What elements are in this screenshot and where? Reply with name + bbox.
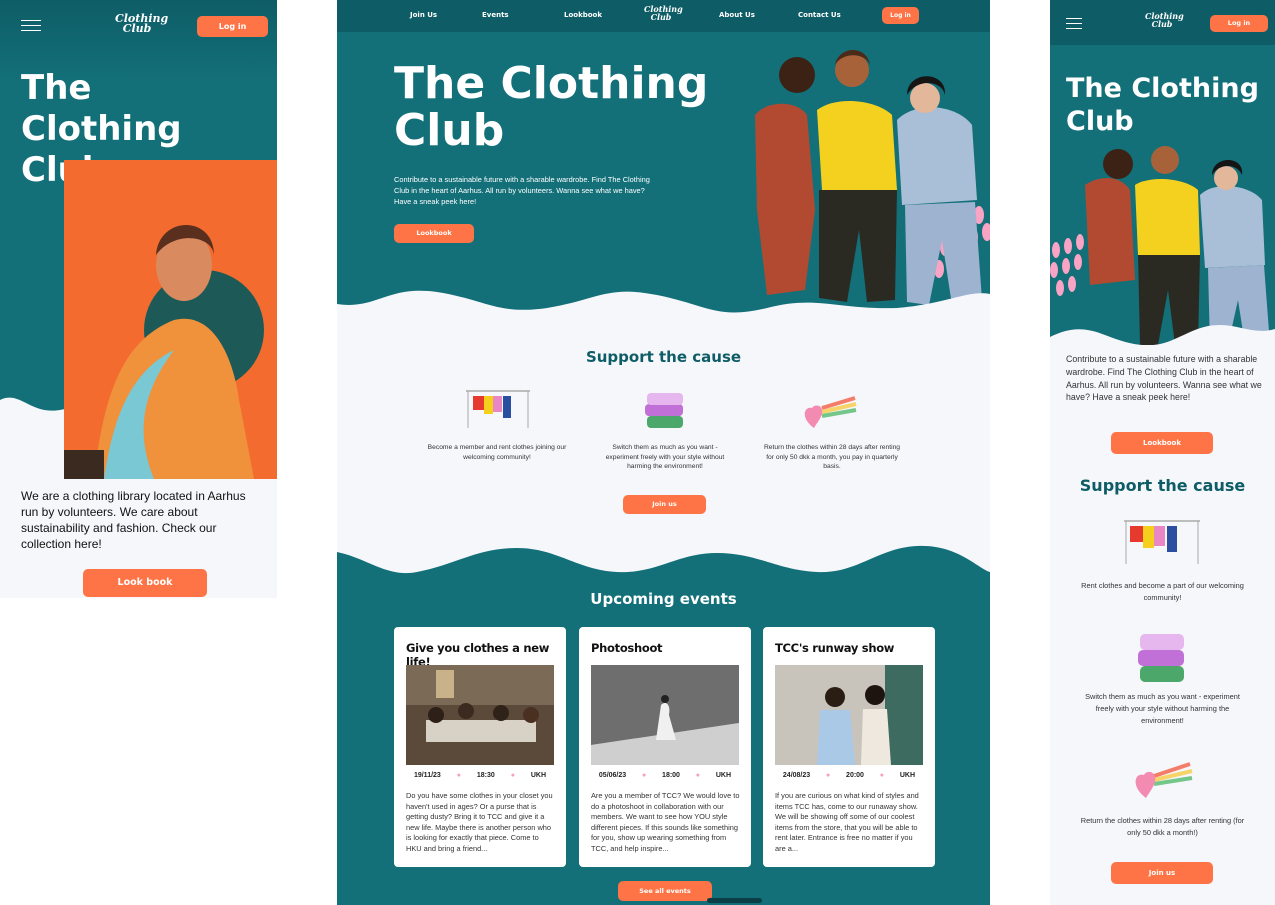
brand-logo[interactable]: Clothing Club [1145, 12, 1184, 29]
join-us-button[interactable]: Join us [623, 495, 706, 514]
event-description: Do you have some clothes in your closet … [406, 791, 553, 853]
login-button[interactable]: Log in [197, 16, 268, 37]
rainbow-heart-icon [1135, 762, 1193, 798]
event-place: UKH [899, 772, 916, 779]
nav-lookbook[interactable]: Lookbook [564, 11, 602, 19]
brand-logo[interactable]: Clothing Club [644, 5, 683, 22]
see-all-events-button[interactable]: See all events [618, 881, 712, 901]
logo-line2: Club [122, 22, 152, 36]
lookbook-button[interactable]: Lookbook [394, 224, 474, 243]
join-us-button[interactable]: Join us [1111, 862, 1213, 884]
rainbow-heart-icon [804, 396, 857, 428]
stacked-clothes-icon [1138, 634, 1184, 682]
event-title: TCC's runway show [775, 641, 895, 655]
hero-intro: Contribute to a sustainable future with … [394, 175, 650, 206]
stacked-clothes-icon [645, 393, 683, 428]
event-time: 18:00 [662, 772, 680, 779]
brand-logo[interactable]: Clothing Club [115, 13, 168, 36]
event-date: 19/11/23 [413, 772, 441, 779]
event-meta: 05/06/23 ● 18:00 ● UKH [598, 772, 732, 779]
event-date: 24/08/23 [782, 772, 811, 779]
nav-about-us[interactable]: About Us [719, 11, 755, 19]
clothes-rack-icon [466, 390, 530, 428]
clothes-rack-icon [1124, 520, 1200, 564]
cause-text-2: Switch them as much as you want - experi… [1085, 692, 1240, 725]
cause-title: Support the cause [585, 348, 742, 366]
wave-shape [1050, 325, 1275, 355]
event-time: 18:30 [476, 772, 495, 779]
event-card[interactable]: TCC's runway show 24/08/23 ● 20:00 ● UKH If … [763, 627, 935, 867]
desktop-frame: Join Us Events Lookbook Clothing Club Ab… [337, 0, 990, 905]
hamburger-menu-icon[interactable] [21, 20, 41, 32]
event-title: Photoshoot [591, 641, 663, 655]
wave-shape [337, 290, 990, 330]
wave-shape [337, 545, 990, 588]
cause-text-3: Return the clothes within 28 days after … [763, 444, 901, 470]
nav-contact-us[interactable]: Contact Us [798, 11, 841, 19]
event-photo [775, 665, 923, 765]
event-description: If you are curious on what kind of style… [775, 791, 919, 853]
login-button[interactable]: Log in [1210, 15, 1268, 32]
event-place: UKH [530, 772, 546, 779]
mobile-left-frame: Clothing Club Log in The Clothing Club W… [0, 0, 277, 598]
hero-title: The Clothing Club [394, 58, 709, 156]
events-title: Upcoming events [590, 590, 737, 608]
hero-intro: Contribute to a sustainable future with … [1066, 354, 1262, 403]
event-meta: 19/11/23 ● 18:30 ● UKH [413, 772, 546, 779]
page-title: The Clothing Club [1066, 73, 1259, 137]
hamburger-menu-icon[interactable] [1066, 18, 1082, 30]
event-date: 05/06/23 [598, 772, 627, 779]
nav-join-us[interactable]: Join Us [410, 11, 437, 19]
cause-text-1: Become a member and rent clothes joining… [427, 444, 567, 461]
hero-group-photo [755, 50, 990, 305]
intro-text: We are a clothing library located in Aar… [21, 489, 246, 551]
event-description: Are you a member of TCC? We would love t… [591, 791, 740, 853]
lookbook-button[interactable]: Look book [83, 569, 207, 597]
cause-text-1: Rent clothes and become a part of our we… [1081, 581, 1244, 602]
hero-photo [64, 160, 277, 479]
event-card[interactable]: Give you clothes a new life! 19/11/23 ● 18… [394, 627, 566, 867]
cause-text-3: Return the clothes within 28 days after … [1080, 816, 1245, 837]
mobile-right-frame: Clothing Club Log in The Clothing Club C… [1050, 0, 1275, 905]
event-photo [591, 665, 739, 765]
lookbook-button[interactable]: Lookbook [1111, 432, 1213, 454]
event-photo [406, 665, 554, 765]
login-button[interactable]: Log in [882, 7, 919, 24]
logo-line2: Club [1151, 18, 1173, 29]
scroll-indicator [707, 898, 762, 903]
event-meta: 24/08/23 ● 20:00 ● UKH [782, 772, 916, 779]
event-time: 20:00 [846, 772, 864, 779]
event-place: UKH [715, 772, 732, 779]
cause-title: Support the cause [1079, 476, 1246, 495]
logo-line2: Club [650, 11, 672, 22]
nav-events[interactable]: Events [482, 11, 509, 19]
event-card[interactable]: Photoshoot 05/06/23 ● 18:00 ● UKH Are you a … [579, 627, 751, 867]
cause-text-2: Switch them as much as you want - experi… [605, 444, 725, 470]
